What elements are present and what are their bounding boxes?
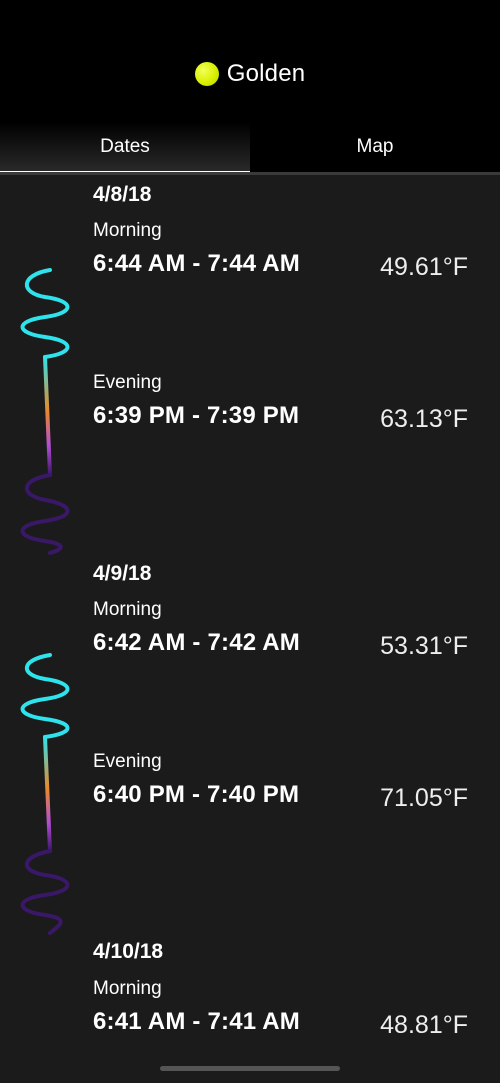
bottom-bar <box>0 1038 500 1083</box>
timeline-coil-day1-night <box>20 473 70 555</box>
dates-list[interactable]: 4/8/18 Morning 6:44 AM - 7:44 AM 49.61°F… <box>0 175 500 1038</box>
timeline-graphic <box>20 175 70 1038</box>
session-label-morning: Morning <box>93 978 162 999</box>
time-range[interactable]: 6:44 AM - 7:44 AM <box>93 250 300 278</box>
time-range[interactable]: 6:40 PM - 7:40 PM <box>93 781 299 809</box>
time-range[interactable]: 6:41 AM - 7:41 AM <box>93 1008 300 1036</box>
temperature-value: 71.05°F <box>380 784 468 812</box>
golden-status-dot-icon <box>194 62 219 86</box>
session-label-morning: Morning <box>93 599 162 620</box>
temperature-value: 63.13°F <box>380 405 468 433</box>
home-indicator[interactable] <box>160 1066 340 1071</box>
date-heading: 4/10/18 <box>93 940 164 963</box>
session-label-evening: Evening <box>93 372 162 393</box>
timeline-coil-day2-morning <box>20 653 70 739</box>
date-heading: 4/9/18 <box>93 562 152 585</box>
time-range[interactable]: 6:42 AM - 7:42 AM <box>93 629 300 657</box>
timeline-segment-day1-evening <box>43 355 52 477</box>
tab-map[interactable]: Map <box>250 122 500 172</box>
timeline-coil-day1-morning <box>20 268 70 359</box>
session-label-morning: Morning <box>93 220 162 241</box>
timeline-coil-day2-night <box>20 849 70 935</box>
title-bar: Golden <box>0 56 500 92</box>
temperature-value: 53.31°F <box>380 632 468 660</box>
time-range[interactable]: 6:39 PM - 7:39 PM <box>93 402 299 430</box>
tab-dates[interactable]: Dates <box>0 122 250 176</box>
temperature-value: 48.81°F <box>380 1011 468 1038</box>
session-label-evening: Evening <box>93 751 162 772</box>
header: Golden <box>0 0 500 122</box>
tab-bar: Dates Map <box>0 122 500 176</box>
page-title: Golden <box>226 60 306 87</box>
temperature-value: 49.61°F <box>380 253 468 281</box>
date-heading: 4/8/18 <box>93 183 152 206</box>
timeline-segment-day2-evening <box>43 735 52 853</box>
